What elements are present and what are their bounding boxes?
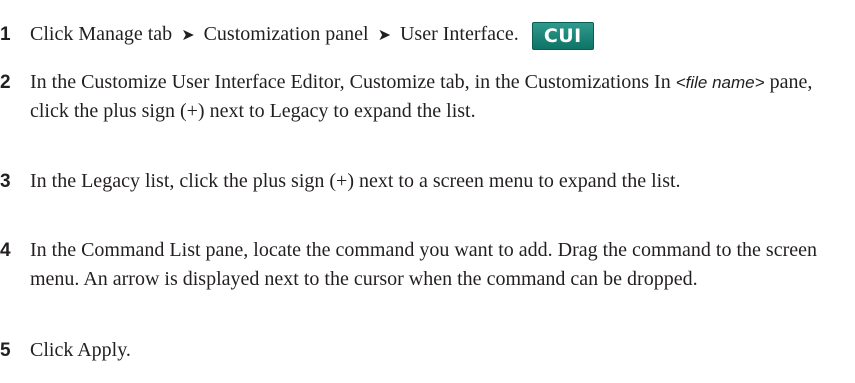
file-name-placeholder: <file name> [675,73,765,92]
step-number: 3 [0,171,11,192]
step-number: 1 [0,24,11,45]
step-number: 2 [0,72,11,93]
step-text-part: Click Manage tab [30,23,173,45]
step-number: 5 [0,340,11,361]
step-number: 4 [0,240,11,261]
step-text: In the Customize User Interface Editor, … [30,68,850,126]
step-text-part: User Interface. [399,23,519,45]
step-text: Click Apply. [30,339,131,361]
cui-button-icon: CUI [531,22,594,50]
step-text: Click Manage tab ➤ Customization panel ➤… [30,20,850,50]
step-text-part: In the Customize User Interface Editor, … [30,71,676,93]
arrow-right-icon: ➤ [377,27,391,44]
step-text: In the Legacy list, click the plus sign … [30,170,681,192]
arrow-right-icon: ➤ [181,27,195,44]
procedure-steps: 1 Click Manage tab ➤ Customization panel… [0,0,855,383]
step-text: In the Command List pane, locate the com… [30,239,817,290]
step-text-part: Customization panel [203,23,369,45]
